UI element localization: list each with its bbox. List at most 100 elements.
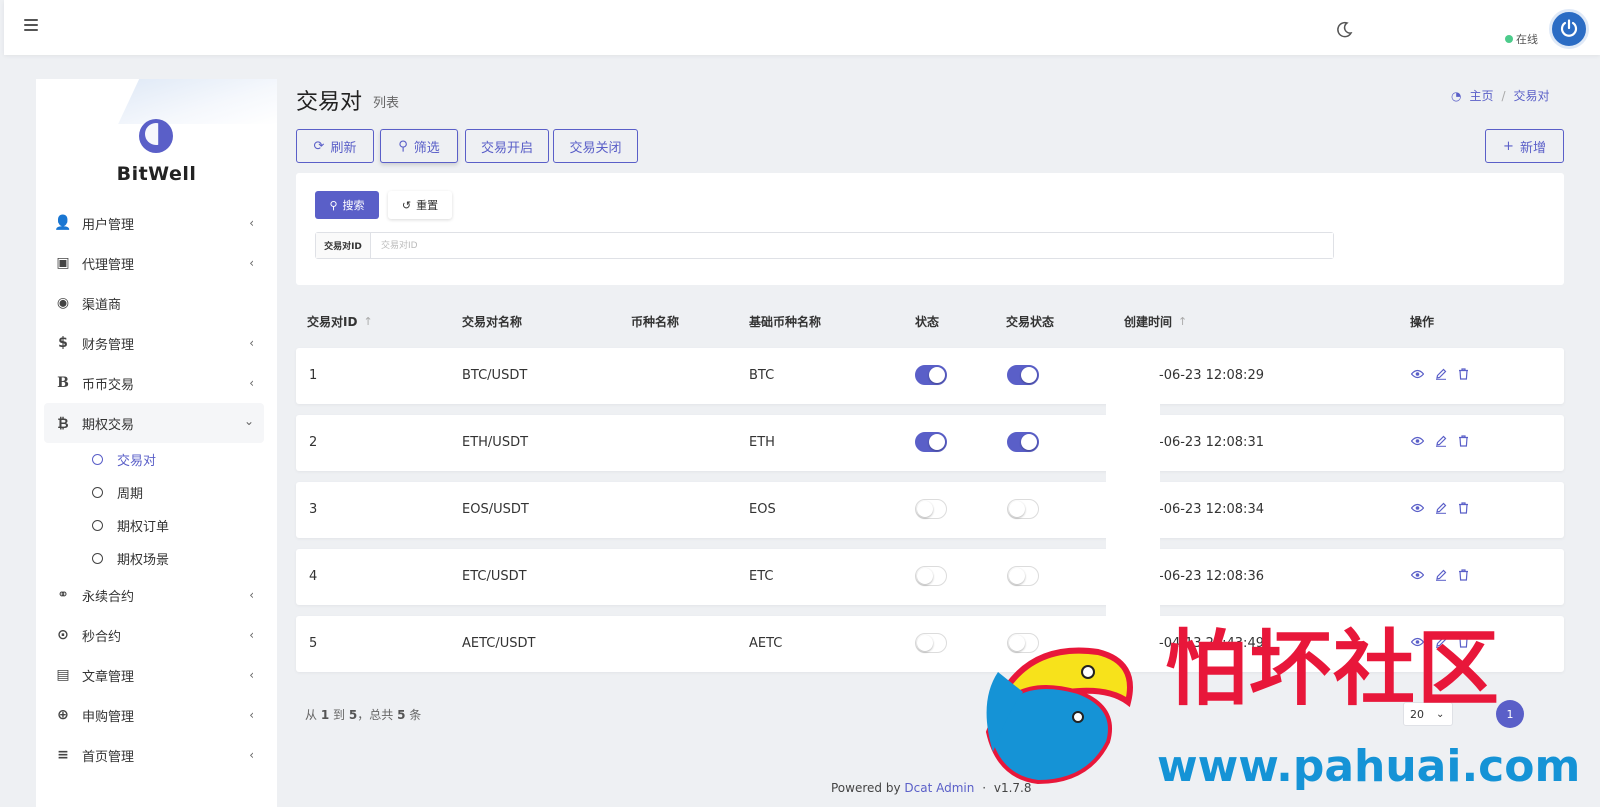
search-button[interactable]: ⚲ 搜索 xyxy=(315,191,379,219)
trash-icon[interactable] xyxy=(1457,433,1470,449)
trade-status-toggle[interactable] xyxy=(1007,499,1039,519)
sidebar-item-agent-management[interactable]: ▣ 代理管理 ‹ xyxy=(44,243,264,283)
column-header-label: 操作 xyxy=(1410,315,1435,329)
sidebar-item-label: 首页管理 xyxy=(82,749,135,765)
trading-pair-id-input[interactable] xyxy=(371,233,1333,258)
pagination-word: 从 xyxy=(305,708,318,722)
status-toggle[interactable] xyxy=(915,566,947,586)
column-header-label: 交易状态 xyxy=(1006,315,1055,329)
refresh-icon: ⟳ xyxy=(313,138,325,154)
power-icon xyxy=(1560,19,1578,37)
cell-id: 1 xyxy=(309,368,318,383)
column-header-label: 创建时间 xyxy=(1124,315,1173,329)
sidebar-subitem-option-orders[interactable]: 期权订单 xyxy=(44,509,264,542)
user-avatar[interactable] xyxy=(1549,9,1589,49)
trade-status-toggle[interactable] xyxy=(1007,566,1039,586)
sidebar-item-second-contract[interactable]: ⊙ 秒合约 ‹ xyxy=(44,615,264,655)
breadcrumb: ◔ 主页 / 交易对 xyxy=(1451,87,1550,104)
close-trading-button-label: 交易关闭 xyxy=(569,140,622,156)
sort-up-icon[interactable]: ↑ xyxy=(363,315,372,328)
watermark-url-text: www.pahuai.com xyxy=(1157,741,1581,792)
close-trading-button[interactable]: 交易关闭 xyxy=(553,129,638,163)
sidebar-subitem-option-scenes[interactable]: 期权场景 xyxy=(44,542,264,575)
refresh-button[interactable]: ⟳ 刷新 xyxy=(296,129,374,163)
sort-up-icon[interactable]: ↑ xyxy=(1178,315,1187,328)
status-toggle[interactable] xyxy=(915,499,947,519)
sidebar-item-articles[interactable]: ▤ 文章管理 ‹ xyxy=(44,655,264,695)
filter-button[interactable]: ⚲ 筛选 xyxy=(380,129,458,163)
edit-icon[interactable] xyxy=(1434,366,1447,382)
dot-circle-icon: ⊙ xyxy=(57,627,69,643)
sidebar-item-finance[interactable]: $ 财务管理 ‹ xyxy=(44,323,264,363)
eye-icon[interactable] xyxy=(1411,567,1424,583)
column-header-id[interactable]: 交易对ID ↑ xyxy=(307,313,373,330)
search-button-label: 搜索 xyxy=(342,199,365,212)
id-card-icon: ▣ xyxy=(56,255,70,271)
plus-icon: + xyxy=(1503,138,1514,154)
trash-icon[interactable] xyxy=(1457,366,1470,382)
footer-dcat-link[interactable]: Dcat Admin xyxy=(904,781,974,795)
sidebar-item-label: 币币交易 xyxy=(82,377,135,393)
sidebar-decoration xyxy=(118,79,277,124)
status-toggle[interactable] xyxy=(915,633,947,653)
sidebar-item-label: 申购管理 xyxy=(82,709,135,725)
eye-icon[interactable] xyxy=(1411,366,1424,382)
breadcrumb-home[interactable]: 主页 xyxy=(1469,87,1493,104)
sidebar-item-label: 秒合约 xyxy=(82,629,122,645)
column-header-base-coin: 基础币种名称 xyxy=(749,313,821,330)
trade-status-toggle[interactable] xyxy=(1007,432,1039,452)
edit-icon[interactable] xyxy=(1434,567,1447,583)
column-header-created[interactable]: 创建时间 ↑ xyxy=(1124,313,1187,330)
circle-icon xyxy=(92,520,103,531)
cell-base: ETH xyxy=(749,435,775,450)
pagination-word: 条 xyxy=(409,708,422,722)
table-row: 2 ETH/USDT ETH -06-23 12:08:31 xyxy=(296,415,1564,471)
page-subtitle: 列表 xyxy=(373,96,400,111)
watermark-fish-logo xyxy=(985,647,1133,785)
sidebar-item-subscription[interactable]: ⊕ 申购管理 ‹ xyxy=(44,695,264,735)
cell-name: EOS/USDT xyxy=(462,502,529,517)
cell-created: -06-23 12:08:36 xyxy=(1159,569,1264,584)
add-button-label: 新增 xyxy=(1519,140,1546,156)
dark-mode-moon-icon[interactable] xyxy=(1335,21,1353,39)
edit-icon[interactable] xyxy=(1434,433,1447,449)
circle-icon xyxy=(92,454,103,465)
sidebar-subitem-period[interactable]: 周期 xyxy=(44,476,264,509)
cell-id: 4 xyxy=(309,569,318,584)
edit-icon[interactable] xyxy=(1434,500,1447,516)
reset-button-label: 重置 xyxy=(416,199,439,212)
cell-name: ETH/USDT xyxy=(462,435,529,450)
filter-button-label: 筛选 xyxy=(413,140,440,156)
trade-status-toggle[interactable] xyxy=(1007,365,1039,385)
cell-id: 2 xyxy=(309,435,318,450)
search-icon: ⚲ xyxy=(329,198,338,212)
cell-id: 5 xyxy=(309,636,318,651)
pagination-to: 5 xyxy=(348,708,358,722)
sidebar-item-label: 文章管理 xyxy=(82,669,135,685)
sidebar-item-perpetual-contract[interactable]: ⚭ 永续合约 ‹ xyxy=(44,575,264,615)
pagination-summary: 从 1 到 5，总共 5 条 xyxy=(305,706,421,723)
eye-icon[interactable] xyxy=(1411,433,1424,449)
status-toggle[interactable] xyxy=(915,365,947,385)
sidebar-subitem-label: 交易对 xyxy=(117,454,157,469)
sidebar-item-user-management[interactable]: 👤 用户管理 ‹ xyxy=(44,203,264,243)
reset-button[interactable]: ↺ 重置 xyxy=(388,191,452,219)
row-actions xyxy=(1411,567,1470,583)
cell-base: BTC xyxy=(749,368,775,383)
status-toggle[interactable] xyxy=(915,432,947,452)
sidebar-item-spot-trading[interactable]: B 币币交易 ‹ xyxy=(44,363,264,403)
sidebar-item-options-trading[interactable]: ₿ 期权交易 ⌄ xyxy=(44,403,264,443)
add-button[interactable]: + 新增 xyxy=(1485,129,1564,163)
sidebar-subitem-trading-pair[interactable]: 交易对 xyxy=(44,443,264,476)
trash-icon[interactable] xyxy=(1457,500,1470,516)
open-trading-button[interactable]: 交易开启 xyxy=(465,129,549,163)
cell-name: AETC/USDT xyxy=(462,636,536,651)
trash-icon[interactable] xyxy=(1457,567,1470,583)
top-navbar: 在线 xyxy=(4,0,1600,55)
sidebar-item-channel[interactable]: ◉ 渠道商 xyxy=(44,283,264,323)
hamburger-menu-icon[interactable] xyxy=(24,19,38,31)
column-header-coin: 币种名称 xyxy=(631,313,679,330)
eye-icon[interactable] xyxy=(1411,500,1424,516)
cell-created: -06-23 12:08:31 xyxy=(1159,435,1264,450)
sidebar-item-homepage[interactable]: ≡ 首页管理 ‹ xyxy=(44,735,264,775)
